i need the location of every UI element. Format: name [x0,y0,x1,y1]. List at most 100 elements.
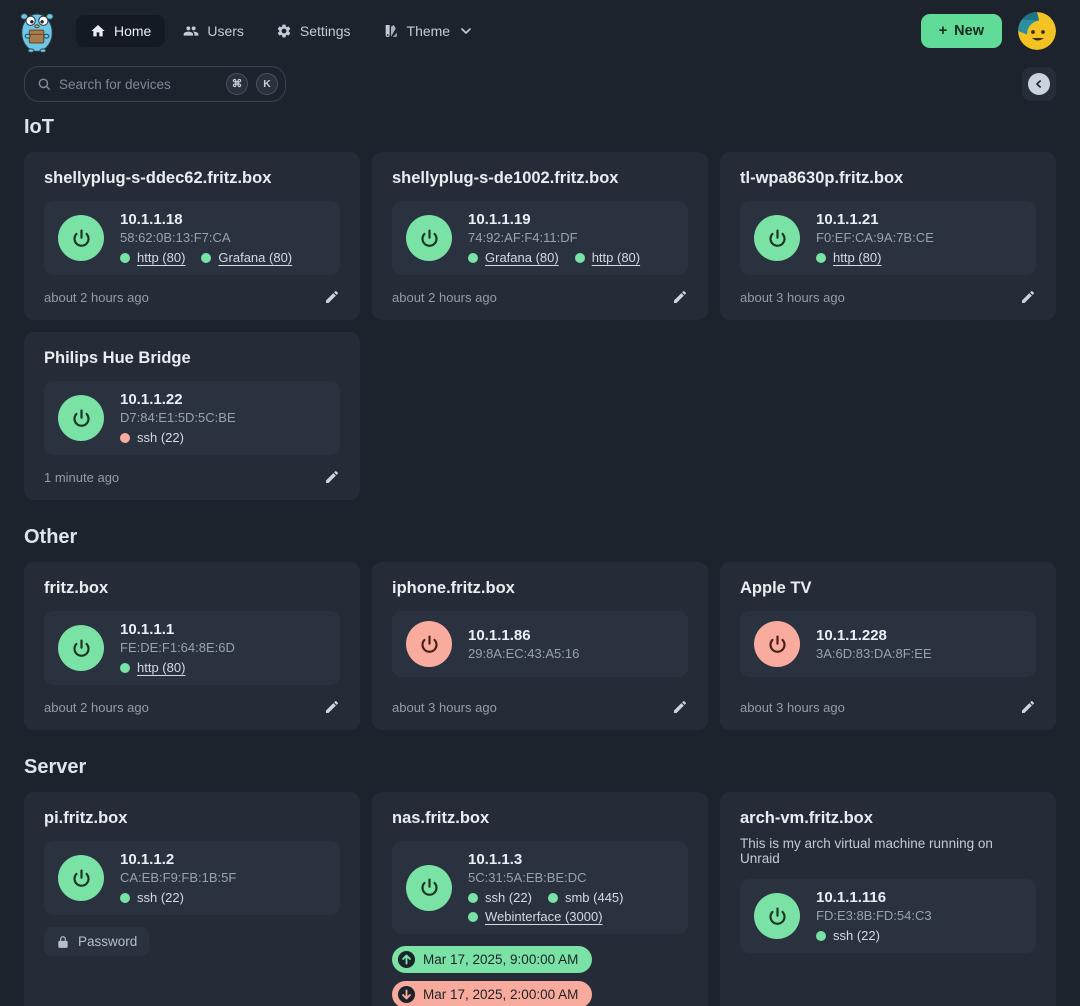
search-box[interactable]: ⌘ K [24,66,286,102]
power-button[interactable] [406,865,452,911]
footer-actions [1020,699,1036,715]
nav-item-label: Users [207,23,244,39]
device-info: 10.1.1.2 CA:EB:F9:FB:1B:5F ssh (22) [120,851,236,905]
port-label: http (80) [833,250,881,265]
device-box: 10.1.1.86 29:8A:EC:43:A5:16 [392,611,688,677]
nav-item-users[interactable]: Users [169,15,258,47]
arrow-up-circle-icon [397,950,416,969]
power-icon [419,634,440,655]
device-card: arch-vm.fritz.box This is my arch virtua… [720,792,1056,1006]
nav-item-theme[interactable]: Theme [369,15,489,47]
password-label: Password [78,934,137,949]
port-status[interactable]: Grafana (80) [201,250,292,265]
port-status[interactable]: http (80) [120,250,185,265]
cmd-key-badge: ⌘ [226,73,248,95]
search-row: ⌘ K [24,66,1056,102]
new-device-button[interactable]: + New [921,14,1002,48]
device-name: Apple TV [740,579,1036,598]
card-footer: about 3 hours ago [392,685,688,715]
edit-pencil-icon[interactable] [324,699,340,715]
home-icon [90,23,106,39]
power-button[interactable] [754,621,800,667]
device-info: 10.1.1.1 FE:DE:F1:64:8E:6D http (80) [120,621,235,675]
search-input[interactable] [59,77,218,92]
card-footer: about 2 hours ago [392,275,688,305]
theme-swatch-icon [383,23,399,39]
port-status[interactable]: http (80) [816,250,881,265]
port-status[interactable]: http (80) [120,660,185,675]
device-mac: D7:84:E1:5D:5C:BE [120,410,236,425]
power-button[interactable] [406,215,452,261]
device-section: IoT shellyplug-s-ddec62.fritz.box 10.1.1… [24,116,1056,500]
device-card: Philips Hue Bridge 10.1.1.22 D7:84:E1:5D… [24,332,360,500]
port-status-dot [816,253,826,263]
device-card: shellyplug-s-ddec62.fritz.box 10.1.1.18 … [24,152,360,320]
device-box: 10.1.1.2 CA:EB:F9:FB:1B:5F ssh (22) [44,841,340,915]
card-footer: 1 minute ago [44,455,340,485]
navbar: Home Users Settings Theme + New [0,0,1080,58]
section-title: IoT [24,116,1056,139]
power-button[interactable] [58,215,104,261]
device-box: 10.1.1.228 3A:6D:83:DA:8F:EE [740,611,1036,677]
power-button[interactable] [58,855,104,901]
power-button[interactable] [406,621,452,667]
users-icon [183,23,199,39]
edit-pencil-icon[interactable] [672,699,688,715]
device-ip: 10.1.1.116 [816,889,932,906]
port-status: ssh (22) [120,430,184,445]
collapse-panel-button[interactable] [1022,67,1056,101]
edit-pencil-icon[interactable] [324,289,340,305]
power-button[interactable] [58,625,104,671]
device-info: 10.1.1.228 3A:6D:83:DA:8F:EE [816,627,932,661]
edit-pencil-icon[interactable] [1020,699,1036,715]
plus-icon: + [939,23,947,39]
device-box: 10.1.1.19 74:92:AF:F4:11:DF Grafana (80)… [392,201,688,275]
device-mac: 29:8A:EC:43:A5:16 [468,646,579,661]
device-mac: F0:EF:CA:9A:7B:CE [816,230,934,245]
port-label: ssh (22) [137,430,184,445]
port-label: http (80) [137,660,185,675]
nav-item-settings[interactable]: Settings [262,15,365,47]
schedule-time: Mar 17, 2025, 2:00:00 AM [423,987,578,1002]
card-footer: about 2 hours ago [44,685,340,715]
user-avatar[interactable] [1018,12,1056,50]
section-title: Other [24,526,1056,549]
device-info: 10.1.1.18 58:62:0B:13:F7:CA http (80) Gr… [120,211,292,265]
nav-menu: Home Users Settings Theme [76,15,488,47]
power-button[interactable] [58,395,104,441]
nav-item-home[interactable]: Home [76,15,165,47]
last-updated: about 3 hours ago [740,700,845,715]
device-ports: ssh (22) [816,928,932,943]
upsnap-gopher-logo[interactable] [16,8,58,54]
port-status-dot [120,433,130,443]
device-card: tl-wpa8630p.fritz.box 10.1.1.21 F0:EF:CA… [720,152,1056,320]
device-box: 10.1.1.22 D7:84:E1:5D:5C:BE ssh (22) [44,381,340,455]
port-status[interactable]: Webinterface (3000) [468,909,603,924]
device-ip: 10.1.1.86 [468,627,579,644]
device-card: shellyplug-s-de1002.fritz.box 10.1.1.19 … [372,152,708,320]
port-label: ssh (22) [485,890,532,905]
footer-actions [324,289,340,305]
device-grid: fritz.box 10.1.1.1 FE:DE:F1:64:8E:6D htt… [24,562,1056,730]
device-info: 10.1.1.3 5C:31:5A:EB:BE:DC ssh (22) smb … [468,851,674,924]
device-grid: pi.fritz.box 10.1.1.2 CA:EB:F9:FB:1B:5F … [24,792,1056,1006]
device-mac: 58:62:0B:13:F7:CA [120,230,292,245]
port-status[interactable]: Grafana (80) [468,250,559,265]
new-button-label: New [954,23,984,39]
power-button[interactable] [754,893,800,939]
last-updated: about 2 hours ago [44,290,149,305]
edit-pencil-icon[interactable] [672,289,688,305]
edit-pencil-icon[interactable] [324,469,340,485]
device-mac: 74:92:AF:F4:11:DF [468,230,640,245]
device-ports: http (80) [120,660,235,675]
port-status[interactable]: http (80) [575,250,640,265]
chevron-left-icon [1028,73,1050,95]
port-status: ssh (22) [120,890,184,905]
edit-pencil-icon[interactable] [1020,289,1036,305]
device-card: Apple TV 10.1.1.228 3A:6D:83:DA:8F:EE ab… [720,562,1056,730]
port-label: smb (445) [565,890,624,905]
power-button[interactable] [754,215,800,261]
device-mac: FE:DE:F1:64:8E:6D [120,640,235,655]
port-label: http (80) [592,250,640,265]
password-badge: Password [44,927,149,956]
